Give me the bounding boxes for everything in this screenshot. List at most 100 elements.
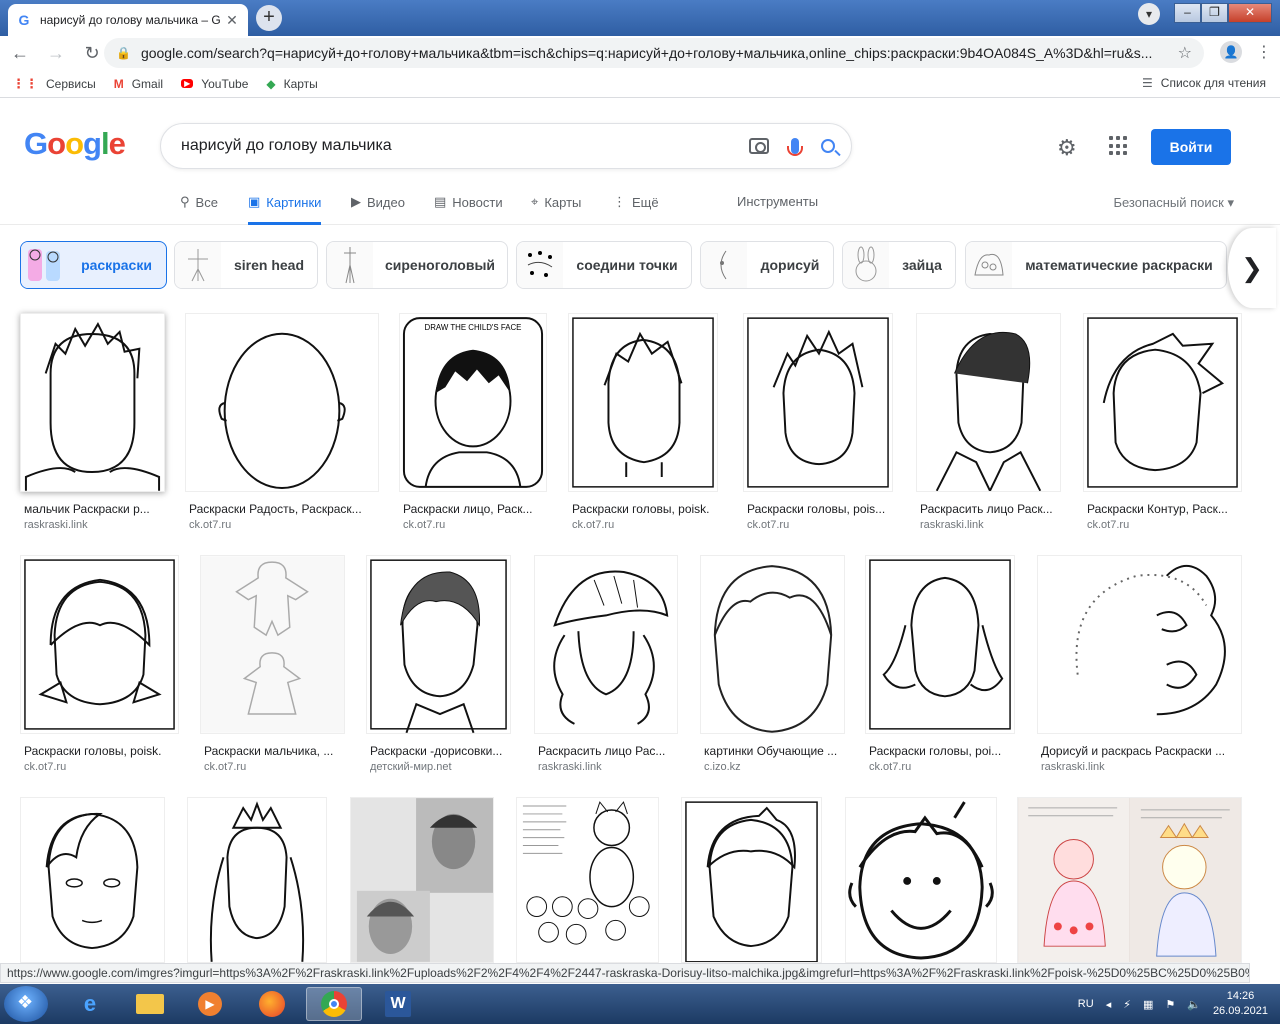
result-title[interactable]: Раскраски головы, poisk. bbox=[24, 744, 178, 758]
result-image-card[interactable]: Раскраски головы, poisk. ck.ot7.ru bbox=[568, 313, 719, 533]
result-image-card[interactable]: Раскраски головы, poisk. ck.ot7.ru bbox=[20, 555, 180, 775]
volume-icon[interactable]: 🔈 bbox=[1187, 998, 1201, 1011]
result-title[interactable]: мальчик Раскраски р... bbox=[24, 502, 162, 516]
result-image-card[interactable] bbox=[845, 797, 998, 963]
result-thumbnail[interactable] bbox=[700, 555, 845, 734]
forward-button[interactable]: → bbox=[40, 37, 72, 69]
result-image-card[interactable]: Раскраски мальчика, ... ck.ot7.ru bbox=[200, 555, 346, 775]
media-player-icon[interactable]: ▶ bbox=[182, 987, 238, 1021]
tab-more[interactable]: ⋮ Ещё bbox=[613, 194, 659, 210]
new-tab-button[interactable]: + bbox=[256, 5, 282, 31]
result-image-card[interactable]: Раскраски головы, pois... ck.ot7.ru bbox=[743, 313, 894, 533]
chip-sirenhead-ru[interactable]: сиреноголовый bbox=[326, 241, 508, 289]
result-thumbnail[interactable] bbox=[1083, 313, 1242, 492]
bookmark-maps[interactable]: ◆ Карты bbox=[266, 77, 317, 91]
bookmark-star-icon[interactable]: ☆ bbox=[1178, 43, 1192, 63]
chip-finish-drawing[interactable]: дорисуй bbox=[700, 241, 834, 289]
result-title[interactable]: Раскрасить лицо Рас... bbox=[538, 744, 678, 758]
chip-hare[interactable]: зайца bbox=[842, 241, 956, 289]
login-button[interactable]: Войти bbox=[1151, 129, 1231, 165]
google-apps-icon[interactable] bbox=[1109, 136, 1129, 156]
result-image-card[interactable]: Раскраски Радость, Раскраск... ck.ot7.ru bbox=[185, 313, 380, 533]
tab-video[interactable]: ▶ Видео bbox=[351, 194, 405, 210]
result-title[interactable]: Раскраски мальчика, ... bbox=[204, 744, 344, 758]
bookmark-services[interactable]: ⋮⋮ Сервисы bbox=[12, 76, 96, 92]
tab-news[interactable]: ▤ Новости bbox=[434, 194, 503, 210]
result-thumbnail[interactable] bbox=[1017, 797, 1242, 963]
result-thumbnail[interactable] bbox=[681, 797, 822, 963]
chevron-down-icon[interactable]: ▾ bbox=[1138, 3, 1160, 25]
chevron-right-icon[interactable]: ❯ bbox=[1228, 228, 1276, 308]
google-logo[interactable]: Google bbox=[24, 126, 126, 162]
start-button[interactable] bbox=[4, 986, 48, 1022]
result-thumbnail[interactable] bbox=[845, 797, 997, 963]
result-thumbnail[interactable] bbox=[200, 555, 345, 734]
result-thumbnail[interactable] bbox=[366, 555, 511, 734]
result-image-card[interactable]: Раскрасить лицо Рас... raskraski.link bbox=[534, 555, 679, 775]
tab-images[interactable]: ▣ Картинки bbox=[248, 194, 322, 225]
profile-avatar-icon[interactable]: 👤 bbox=[1220, 41, 1242, 63]
result-thumbnail[interactable] bbox=[187, 797, 327, 963]
reading-list[interactable]: ☰ Список для чтения bbox=[1142, 76, 1266, 90]
result-title[interactable]: Раскраски Контур, Раск... bbox=[1087, 502, 1241, 516]
result-thumbnail[interactable] bbox=[516, 797, 659, 963]
result-title[interactable]: Раскраски головы, poi... bbox=[869, 744, 1013, 758]
safe-search-dropdown[interactable]: Безопасный поиск ▾ bbox=[1113, 195, 1234, 211]
chip-connect-dots[interactable]: соедини точки bbox=[516, 241, 692, 289]
internet-explorer-icon[interactable]: e bbox=[62, 987, 118, 1021]
result-image-card[interactable]: DRAW THE CHILD'S FACE Раскраски лицо, Ра… bbox=[399, 313, 548, 533]
microphone-icon[interactable] bbox=[787, 138, 803, 156]
result-thumbnail[interactable] bbox=[534, 555, 678, 734]
result-image-card[interactable] bbox=[1017, 797, 1243, 963]
result-thumbnail[interactable] bbox=[185, 313, 379, 492]
gear-icon[interactable]: ⚙ bbox=[1057, 135, 1077, 161]
close-window-button[interactable]: ✕ bbox=[1228, 3, 1272, 23]
search-icon[interactable] bbox=[821, 139, 835, 153]
result-title[interactable]: картинки Обучающие ... bbox=[704, 744, 844, 758]
result-title[interactable]: Дорисуй и раскрась Раскраски ... bbox=[1041, 744, 1241, 758]
result-image-card[interactable] bbox=[681, 797, 823, 963]
network-icon[interactable]: ▦ bbox=[1143, 998, 1153, 1011]
maximize-button[interactable]: ❐ bbox=[1201, 3, 1228, 23]
result-title[interactable]: Раскраски головы, poisk. bbox=[572, 502, 716, 516]
result-thumbnail[interactable] bbox=[20, 555, 179, 734]
minimize-button[interactable]: – bbox=[1174, 3, 1201, 23]
address-bar[interactable]: 🔒 google.com/search?q=нарисуй+до+голову+… bbox=[104, 38, 1204, 68]
result-thumbnail[interactable] bbox=[20, 313, 165, 492]
result-thumbnail[interactable] bbox=[568, 313, 718, 492]
chrome-icon[interactable] bbox=[306, 987, 362, 1021]
result-image-card[interactable]: Дорисуй и раскрась Раскраски ... raskras… bbox=[1037, 555, 1243, 775]
bookmark-youtube[interactable]: ▶ YouTube bbox=[181, 77, 248, 91]
language-indicator[interactable]: RU bbox=[1078, 998, 1094, 1010]
result-thumbnail[interactable] bbox=[865, 555, 1015, 734]
browser-menu-icon[interactable]: ⋮ bbox=[1256, 42, 1272, 62]
result-thumbnail[interactable] bbox=[1037, 555, 1242, 734]
result-title[interactable]: Раскраски -дорисовки... bbox=[370, 744, 510, 758]
result-thumbnail[interactable] bbox=[916, 313, 1061, 492]
result-image-card[interactable]: мальчик Раскраски р... raskraski.link bbox=[20, 313, 166, 533]
tray-arrow-icon[interactable]: ◂ bbox=[1106, 998, 1112, 1011]
result-title[interactable]: Раскраски лицо, Раск... bbox=[403, 502, 545, 516]
result-image-card[interactable] bbox=[350, 797, 495, 963]
tools-button[interactable]: Инструменты bbox=[737, 194, 818, 209]
back-button[interactable]: ← bbox=[4, 37, 36, 69]
result-thumbnail[interactable] bbox=[20, 797, 165, 963]
result-thumbnail[interactable] bbox=[743, 313, 893, 492]
file-explorer-icon[interactable] bbox=[122, 987, 178, 1021]
camera-icon[interactable] bbox=[749, 138, 769, 154]
result-image-card[interactable]: Раскраски -дорисовки... детский-мир.net bbox=[366, 555, 512, 775]
tab-all[interactable]: ⚲ Все bbox=[180, 194, 218, 210]
update-icon[interactable]: ⚡ bbox=[1123, 998, 1131, 1011]
bookmark-gmail[interactable]: M Gmail bbox=[114, 77, 163, 91]
result-image-card[interactable] bbox=[516, 797, 660, 963]
word-icon[interactable]: W bbox=[370, 987, 426, 1021]
result-title[interactable]: Раскраски Радость, Раскраск... bbox=[189, 502, 377, 516]
search-input[interactable] bbox=[181, 137, 749, 155]
result-title[interactable]: Раскраски головы, pois... bbox=[747, 502, 891, 516]
result-image-card[interactable] bbox=[20, 797, 166, 963]
result-image-card[interactable]: Раскраски головы, poi... ck.ot7.ru bbox=[865, 555, 1016, 775]
tab-close-icon[interactable]: ✕ bbox=[224, 12, 240, 29]
clock[interactable]: 14:26 26.09.2021 bbox=[1213, 989, 1268, 1019]
result-image-card[interactable] bbox=[187, 797, 328, 963]
tab-maps[interactable]: ⌖ Карты bbox=[531, 194, 581, 210]
